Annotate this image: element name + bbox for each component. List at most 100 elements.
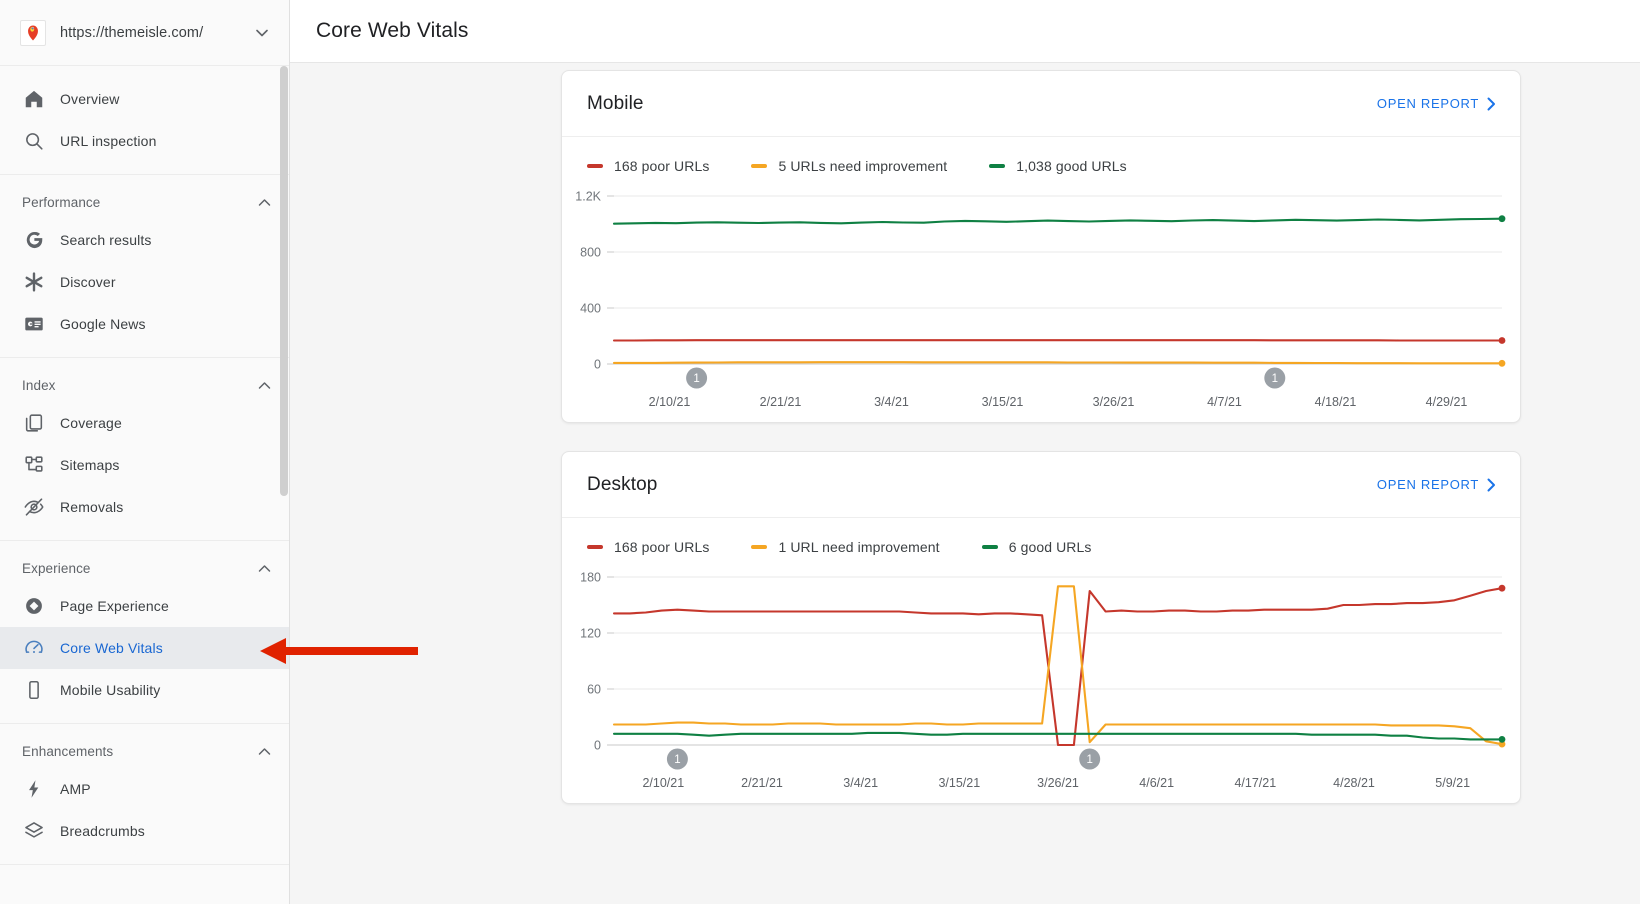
property-url: https://themeisle.com/ [60, 25, 251, 41]
legend-label: 5 URLs need improvement [778, 158, 947, 174]
svg-text:2/10/21: 2/10/21 [642, 776, 684, 790]
sidebar-group-title: Experience [22, 561, 258, 576]
sidebar-group-header-index[interactable]: Index [0, 368, 289, 402]
svg-text:1: 1 [674, 754, 680, 766]
svg-text:1: 1 [1086, 754, 1092, 766]
legend-color-swatch [751, 164, 767, 168]
svg-text:3/26/21: 3/26/21 [1037, 776, 1079, 790]
sidebar-item-coverage[interactable]: Coverage [0, 402, 289, 444]
chevron-up-icon[interactable] [258, 198, 271, 207]
lightning-bolt-icon [22, 777, 46, 801]
chevron-up-icon[interactable] [258, 747, 271, 756]
open-report-label: OPEN REPORT [1377, 477, 1479, 492]
sidebar-scrollbar[interactable] [280, 66, 288, 904]
top-bar: Core Web Vitals [290, 0, 1640, 63]
legend-item: 5 URLs need improvement [751, 158, 947, 174]
card-header: DesktopOPEN REPORT [562, 452, 1520, 518]
legend-color-swatch [982, 545, 998, 549]
chart-annotation-marker: 1 [1264, 368, 1285, 389]
sidebar-item-label: AMP [60, 781, 91, 797]
mobile-card: MobileOPEN REPORT 168 poor URLs 5 URLs nee… [561, 70, 1521, 423]
chevron-right-icon [1487, 478, 1496, 492]
sidebar-group: Experience Page ExperienceCore Web Vitals… [0, 541, 289, 724]
chevron-up-icon[interactable] [258, 381, 271, 390]
sidebar-nav: Overview URL inspection Performance Search … [0, 66, 289, 904]
legend-item: 168 poor URLs [587, 158, 709, 174]
discover-asterisk-icon [22, 270, 46, 294]
legend-item: 1,038 good URLs [989, 158, 1126, 174]
svg-text:1: 1 [693, 373, 699, 385]
svg-text:800: 800 [580, 246, 601, 260]
sidebar-group: Overview URL inspection [0, 66, 289, 175]
chart-annotation-marker: 1 [667, 749, 688, 770]
card-title: Mobile [587, 93, 1377, 115]
themeisle-favicon [20, 20, 46, 46]
sidebar-item-label: Overview [60, 91, 120, 107]
legend-item: 6 good URLs [982, 539, 1092, 555]
chart-annotation-marker: 1 [686, 368, 707, 389]
sidebar-group: Performance Search results DiscoverGoogle … [0, 175, 289, 358]
legend-item: 1 URL need improvement [751, 539, 939, 555]
chart-annotation-marker: 1 [1079, 749, 1100, 770]
legend-label: 1,038 good URLs [1016, 158, 1126, 174]
sidebar-item-core-web-vitals[interactable]: Core Web Vitals [0, 627, 289, 669]
svg-text:120: 120 [580, 627, 601, 641]
svg-text:180: 180 [580, 571, 601, 585]
svg-text:4/29/21: 4/29/21 [1426, 395, 1468, 409]
svg-text:4/7/21: 4/7/21 [1207, 395, 1242, 409]
svg-text:3/4/21: 3/4/21 [843, 776, 878, 790]
svg-text:4/17/21: 4/17/21 [1234, 776, 1276, 790]
sidebar-item-breadcrumbs[interactable]: Breadcrumbs [0, 810, 289, 852]
sidebar-group-title: Enhancements [22, 744, 258, 759]
sidebar-item-url-inspection[interactable]: URL inspection [0, 120, 289, 162]
sidebar-item-label: Mobile Usability [60, 682, 160, 698]
sidebar-group-header-experience[interactable]: Experience [0, 551, 289, 585]
search-icon [22, 129, 46, 153]
sidebar-item-search-results[interactable]: Search results [0, 219, 289, 261]
sidebar-group-header-enhancements[interactable]: Enhancements [0, 734, 289, 768]
sidebar-item-page-experience[interactable]: Page Experience [0, 585, 289, 627]
sidebar-group: Enhancements AMP Breadcrumbs [0, 724, 289, 865]
sidebar-item-discover[interactable]: Discover [0, 261, 289, 303]
home-icon [22, 87, 46, 111]
mobile-chart: 04008001.2K112/10/212/21/213/4/213/15/21… [562, 182, 1520, 422]
chevron-down-icon[interactable] [251, 22, 273, 44]
sidebar-scrollbar-thumb[interactable] [280, 66, 288, 496]
legend-color-swatch [751, 545, 767, 549]
cards-column: MobileOPEN REPORT168 poor URLs5 URLs nee… [561, 70, 1521, 832]
svg-text:3/4/21: 3/4/21 [874, 395, 909, 409]
sidebar-item-mobile-usability[interactable]: Mobile Usability [0, 669, 289, 711]
main-area: Core Web Vitals MobileOPEN REPORT168 poo… [290, 0, 1640, 904]
svg-text:2/10/21: 2/10/21 [649, 395, 691, 409]
sidebar-item-label: Sitemaps [60, 457, 120, 473]
card-header: MobileOPEN REPORT [562, 71, 1520, 137]
chevron-up-icon[interactable] [258, 564, 271, 573]
sidebar-item-label: Removals [60, 499, 123, 515]
svg-text:3/15/21: 3/15/21 [982, 395, 1024, 409]
sidebar-group-header-performance[interactable]: Performance [0, 185, 289, 219]
sidebar-item-label: Search results [60, 232, 152, 248]
svg-text:3/15/21: 3/15/21 [938, 776, 980, 790]
sidebar-item-amp[interactable]: AMP [0, 768, 289, 810]
speedometer-icon [22, 636, 46, 660]
sidebar-item-label: Coverage [60, 415, 122, 431]
legend-label: 168 poor URLs [614, 539, 709, 555]
sidebar-item-overview[interactable]: Overview [0, 78, 289, 120]
svg-text:4/18/21: 4/18/21 [1315, 395, 1357, 409]
svg-text:4/6/21: 4/6/21 [1139, 776, 1174, 790]
sidebar-item-sitemaps[interactable]: Sitemaps [0, 444, 289, 486]
mobile-phone-icon [22, 678, 46, 702]
layers-icon [22, 819, 46, 843]
sidebar-item-removals[interactable]: Removals [0, 486, 289, 528]
svg-text:1.2K: 1.2K [575, 190, 601, 204]
sidebar-group: Index Coverage Sitemaps Removals [0, 358, 289, 541]
property-selector[interactable]: https://themeisle.com/ [0, 0, 289, 66]
sidebar-item-google-news[interactable]: Google News [0, 303, 289, 345]
chart-legend: 168 poor URLs 1 URL need improvement 6 goo… [562, 518, 1520, 563]
google-g-icon [22, 228, 46, 252]
sidebar-group-title: Index [22, 378, 258, 393]
open-report-link[interactable]: OPEN REPORT [1377, 96, 1496, 111]
svg-text:60: 60 [587, 683, 601, 697]
open-report-link[interactable]: OPEN REPORT [1377, 477, 1496, 492]
page-experience-icon [22, 594, 46, 618]
